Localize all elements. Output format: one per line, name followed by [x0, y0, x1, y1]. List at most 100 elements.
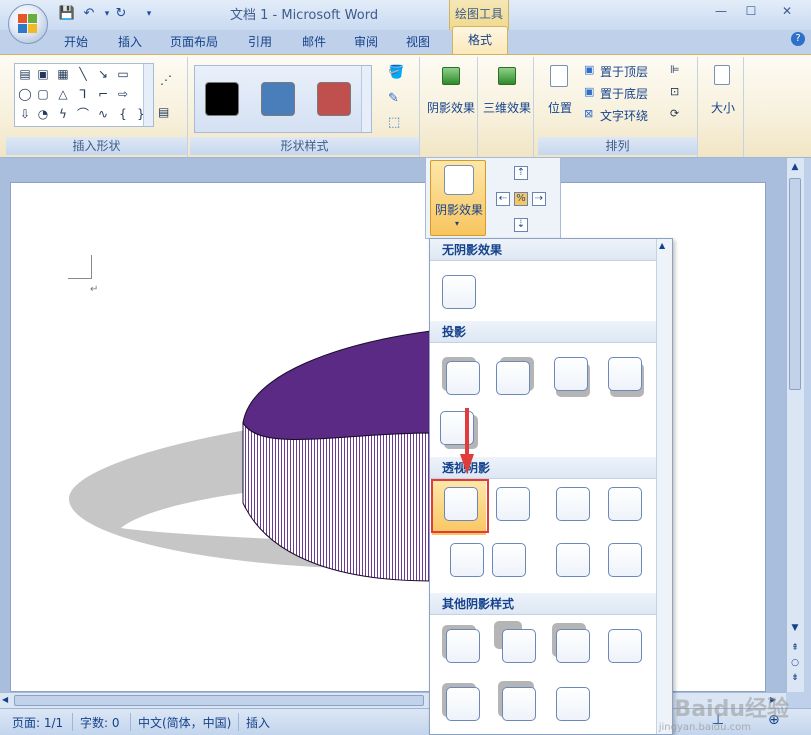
- status-insert-mode[interactable]: 插入: [246, 714, 270, 731]
- line-color-icon[interactable]: ✎: [388, 91, 404, 107]
- line-shape-icon[interactable]: ╲: [75, 66, 91, 82]
- align-icon[interactable]: ⊫: [670, 63, 686, 79]
- arrow-line-shape-icon[interactable]: ↘: [95, 66, 111, 82]
- lightning-shape-icon[interactable]: ϟ: [55, 106, 71, 122]
- fill-color-icon[interactable]: 🪣: [388, 65, 404, 81]
- scroll-up-icon[interactable]: ▲: [789, 162, 801, 174]
- other-shadow-option-6[interactable]: [502, 687, 536, 721]
- undo-icon[interactable]: ↶: [80, 5, 98, 23]
- perspective-shadow-option-2[interactable]: [496, 487, 530, 521]
- perspective-shadow-option-5[interactable]: [450, 543, 484, 577]
- nudge-right-icon[interactable]: ⇢: [532, 192, 546, 206]
- style-swatch-blue[interactable]: [261, 82, 295, 116]
- send-to-back-button[interactable]: 置于底层: [600, 85, 648, 102]
- next-page-icon[interactable]: ⇟: [789, 673, 801, 685]
- office-button[interactable]: [8, 4, 48, 44]
- maximize-button[interactable]: ☐: [740, 4, 762, 22]
- elbow-connector-icon[interactable]: ⅂: [75, 86, 91, 102]
- shadow-effects-icon[interactable]: [442, 67, 460, 85]
- browse-object-icon[interactable]: ○: [789, 658, 801, 670]
- gallery-scrollbar[interactable]: ▲: [656, 239, 672, 734]
- rotate-icon[interactable]: ⟳: [670, 107, 686, 123]
- nudge-left-icon[interactable]: ⇠: [496, 192, 510, 206]
- help-icon[interactable]: ?: [791, 32, 805, 46]
- tab-mailings[interactable]: 邮件: [302, 33, 326, 53]
- position-label[interactable]: 位置: [538, 99, 582, 116]
- horizontal-scroll-thumb[interactable]: [14, 695, 424, 706]
- callout-shape-icon[interactable]: ◔: [35, 106, 51, 122]
- elbow-arrow-icon[interactable]: ⌐: [95, 86, 111, 102]
- customize-qat-icon[interactable]: ▾: [140, 5, 158, 23]
- down-arrow-shape-icon[interactable]: ⇩: [17, 106, 33, 122]
- size-icon[interactable]: [714, 65, 730, 85]
- other-shadow-option-1[interactable]: [446, 629, 480, 663]
- tab-page-layout[interactable]: 页面布局: [170, 33, 218, 53]
- right-arrow-shape-icon[interactable]: ⇨: [115, 86, 131, 102]
- rounded-rect-shape-icon[interactable]: ▢: [35, 86, 51, 102]
- other-shadow-option-3[interactable]: [556, 629, 590, 663]
- no-shadow-option[interactable]: [442, 275, 476, 309]
- shapes-gallery-scroll[interactable]: [143, 64, 153, 126]
- tab-home[interactable]: 开始: [64, 33, 88, 53]
- text-wrap-button[interactable]: 文字环绕: [600, 107, 648, 124]
- other-shadow-option-5[interactable]: [446, 687, 480, 721]
- prev-page-icon[interactable]: ⇞: [789, 643, 801, 655]
- gallery-scroll-up-icon[interactable]: ▲: [659, 241, 665, 250]
- perspective-shadow-option-6[interactable]: [492, 543, 526, 577]
- brace-shape-icon[interactable]: {: [115, 106, 131, 122]
- position-icon[interactable]: [550, 65, 568, 87]
- 3d-effects-icon[interactable]: [498, 67, 516, 85]
- drop-shadow-option-3[interactable]: [554, 357, 588, 391]
- tab-format[interactable]: 格式: [452, 26, 508, 54]
- nudge-down-icon[interactable]: ⇣: [514, 218, 528, 232]
- save-icon[interactable]: 💾: [58, 5, 76, 23]
- other-shadow-option-7[interactable]: [556, 687, 590, 721]
- toggle-shadow-icon[interactable]: %: [514, 192, 528, 206]
- vertical-scrollbar[interactable]: ▲ ▼ ⇞ ○ ⇟: [786, 158, 804, 692]
- status-word-count[interactable]: 字数: 0: [80, 714, 120, 731]
- vertical-scroll-thumb[interactable]: [789, 178, 801, 390]
- change-shape-icon[interactable]: ⬚: [388, 115, 404, 131]
- 3d-effects-label[interactable]: 三维效果: [480, 99, 534, 116]
- oval-shape-icon[interactable]: ◯: [17, 86, 33, 102]
- tab-insert[interactable]: 插入: [118, 33, 142, 53]
- text-box-icon[interactable]: ▤: [158, 105, 174, 121]
- rectangle-shape-icon[interactable]: ▭: [115, 66, 131, 82]
- status-language[interactable]: 中文(简体，中国): [138, 714, 231, 731]
- drop-shadow-option-4[interactable]: [608, 357, 642, 391]
- size-label[interactable]: 大小: [702, 99, 744, 116]
- close-button[interactable]: ✕: [776, 4, 798, 22]
- arc-shape-icon[interactable]: ⌒: [75, 106, 91, 122]
- style-swatch-red[interactable]: [317, 82, 351, 116]
- tab-references[interactable]: 引用: [248, 33, 272, 53]
- triangle-shape-icon[interactable]: △: [55, 86, 71, 102]
- minimize-button[interactable]: —: [710, 4, 732, 22]
- image-shape-icon[interactable]: ▦: [55, 66, 71, 82]
- curve-shape-icon[interactable]: ∿: [95, 106, 111, 122]
- shape-styles-gallery[interactable]: [194, 65, 372, 133]
- perspective-shadow-option-8[interactable]: [608, 543, 642, 577]
- other-shadow-option-2[interactable]: [502, 629, 536, 663]
- style-gallery-scroll[interactable]: [361, 66, 371, 132]
- perspective-shadow-option-7[interactable]: [556, 543, 590, 577]
- status-page[interactable]: 页面: 1/1: [12, 714, 63, 731]
- group-icon[interactable]: ⊡: [670, 85, 686, 101]
- bring-to-front-button[interactable]: 置于顶层: [600, 63, 648, 80]
- tab-review[interactable]: 审阅: [354, 33, 378, 53]
- edit-shape-icon[interactable]: ⋰: [160, 73, 176, 89]
- scroll-down-icon[interactable]: ▼: [789, 623, 801, 635]
- drop-shadow-option-1[interactable]: [446, 361, 480, 395]
- shapes-gallery[interactable]: ▤ ▣ ▦ ╲ ↘ ▭ ◯ ▢ △ ⅂ ⌐ ⇨ ⇩ ◔ ϟ ⌒ ∿ { }: [14, 63, 154, 127]
- redo-icon[interactable]: ↻: [112, 5, 130, 23]
- perspective-shadow-option-4[interactable]: [608, 487, 642, 521]
- shadow-effects-label[interactable]: 阴影效果: [424, 99, 478, 116]
- nudge-up-icon[interactable]: ⇡: [514, 166, 528, 180]
- textbox-shape-icon[interactable]: ▤: [17, 66, 33, 82]
- style-swatch-black[interactable]: [205, 82, 239, 116]
- scroll-left-icon[interactable]: ◀: [2, 695, 12, 705]
- perspective-shadow-option-3[interactable]: [556, 487, 590, 521]
- drop-shadow-option-2[interactable]: [496, 361, 530, 395]
- other-shadow-option-4[interactable]: [608, 629, 642, 663]
- shadow-effects-dropdown-button[interactable]: 阴影效果 ▾: [430, 160, 486, 236]
- tab-view[interactable]: 视图: [406, 33, 430, 53]
